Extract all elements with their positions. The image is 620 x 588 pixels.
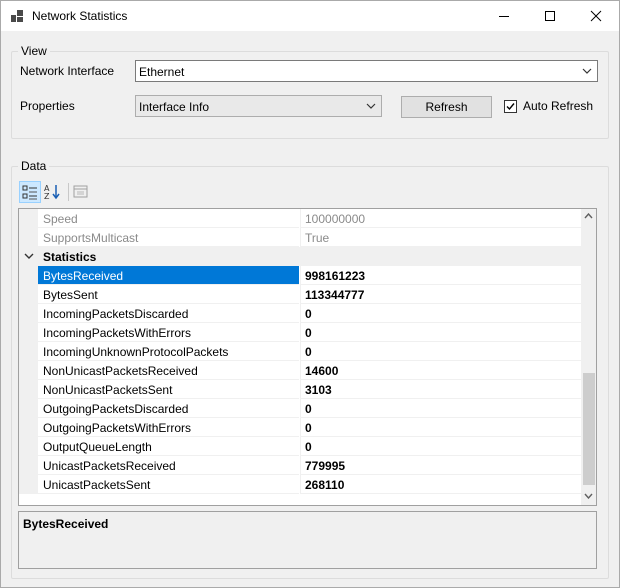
property-value: True (305, 231, 330, 245)
property-value: 0 (305, 402, 312, 416)
property-name: OutgoingPacketsWithErrors (43, 421, 192, 435)
grid-row[interactable]: OutgoingPacketsDiscarded 0 (19, 399, 582, 418)
window-title: Network Statistics (32, 9, 128, 23)
checkmark-icon (506, 103, 515, 111)
alphabetical-view-button[interactable]: A Z (42, 181, 64, 203)
grid-row[interactable]: BytesSent 113344777 (19, 285, 582, 304)
grid-row[interactable]: UnicastPacketsSent 268110 (19, 475, 582, 494)
chevron-down-icon (582, 68, 592, 74)
properties-combo[interactable]: Interface Info (135, 95, 382, 117)
property-name: OutputQueueLength (43, 440, 152, 454)
grid-row[interactable]: IncomingUnknownProtocolPackets 0 (19, 342, 582, 361)
vertical-scrollbar[interactable] (581, 209, 596, 505)
window: Network Statistics View Network Interfac… (0, 0, 620, 588)
data-group-legend: Data (18, 159, 50, 173)
network-interface-label: Network Interface (20, 64, 115, 78)
property-value: 268110 (305, 478, 345, 492)
maximize-icon (545, 11, 555, 21)
close-button[interactable] (573, 1, 619, 31)
property-grid[interactable]: Speed 100000000 SupportsMulticast True S… (18, 208, 597, 506)
property-name: IncomingPacketsWithErrors (43, 326, 192, 340)
auto-refresh-checkbox[interactable] (504, 100, 517, 113)
property-value: 779995 (305, 459, 346, 473)
categorized-view-button[interactable] (19, 181, 41, 203)
property-value: 100000000 (305, 212, 366, 226)
property-value: 3103 (305, 383, 332, 397)
grid-row-selected[interactable]: BytesReceived 998161223 (19, 266, 582, 285)
category-name: Statistics (43, 250, 97, 264)
property-pages-button[interactable] (71, 181, 93, 203)
title-bar[interactable]: Network Statistics (1, 1, 619, 31)
property-value: 14600 (305, 364, 339, 378)
property-name: IncomingUnknownProtocolPackets (43, 345, 229, 359)
property-pages-icon (73, 185, 88, 198)
property-name: UnicastPacketsSent (43, 478, 151, 492)
grid-row[interactable]: OutgoingPacketsWithErrors 0 (19, 418, 582, 437)
property-name: BytesSent (43, 288, 98, 302)
grid-row[interactable]: IncomingPacketsWithErrors 0 (19, 323, 582, 342)
grid-row[interactable]: OutputQueueLength 0 (19, 437, 582, 456)
property-value: 0 (305, 440, 312, 454)
description-panel: BytesReceived (18, 511, 597, 569)
property-name: NonUnicastPacketsReceived (43, 364, 198, 378)
close-icon (590, 10, 602, 22)
grid-row[interactable]: IncomingPacketsDiscarded 0 (19, 304, 582, 323)
grid-row[interactable]: Speed 100000000 (19, 209, 582, 228)
toolbar-separator (68, 183, 69, 201)
grid-row[interactable]: UnicastPacketsReceived 779995 (19, 456, 582, 475)
property-name: OutgoingPacketsDiscarded (43, 402, 189, 416)
chevron-down-icon (366, 103, 376, 109)
network-interface-combo[interactable]: Ethernet (135, 60, 598, 82)
property-name: IncomingPacketsDiscarded (43, 307, 189, 321)
property-value: 0 (305, 326, 312, 340)
property-name: SupportsMulticast (43, 231, 139, 245)
properties-value: Interface Info (139, 100, 210, 114)
minimize-button[interactable] (481, 1, 527, 31)
scroll-down-icon[interactable] (584, 493, 593, 499)
grid-row[interactable]: SupportsMulticast True (19, 228, 582, 247)
property-value: 113344777 (305, 288, 365, 302)
property-name: UnicastPacketsReceived (43, 459, 176, 473)
app-icon (11, 10, 23, 22)
scrollbar-thumb[interactable] (583, 373, 595, 485)
grid-row[interactable]: NonUnicastPacketsSent 3103 (19, 380, 582, 399)
property-name: NonUnicastPacketsSent (43, 383, 173, 397)
view-group-legend: View (18, 44, 50, 58)
description-title: BytesReceived (23, 517, 109, 531)
property-value: 998161223 (305, 269, 366, 283)
refresh-button[interactable]: Refresh (401, 96, 492, 118)
properties-label: Properties (20, 99, 75, 113)
collapse-chevron-icon[interactable] (24, 252, 34, 260)
property-name: Speed (43, 212, 78, 226)
property-name: BytesReceived (43, 269, 124, 283)
grid-row[interactable]: NonUnicastPacketsReceived 14600 (19, 361, 582, 380)
property-value: 0 (305, 345, 312, 359)
categorized-icon (22, 185, 37, 200)
scroll-up-icon[interactable] (584, 213, 593, 219)
category-row-statistics[interactable]: Statistics (19, 247, 581, 266)
minimize-icon (499, 16, 509, 17)
sort-az-icon: A Z (44, 184, 60, 201)
auto-refresh-label[interactable]: Auto Refresh (523, 99, 593, 113)
network-interface-value: Ethernet (139, 65, 185, 79)
svg-text:Z: Z (44, 192, 50, 201)
property-value: 0 (305, 307, 312, 321)
maximize-button[interactable] (527, 1, 573, 31)
property-value: 0 (305, 421, 312, 435)
